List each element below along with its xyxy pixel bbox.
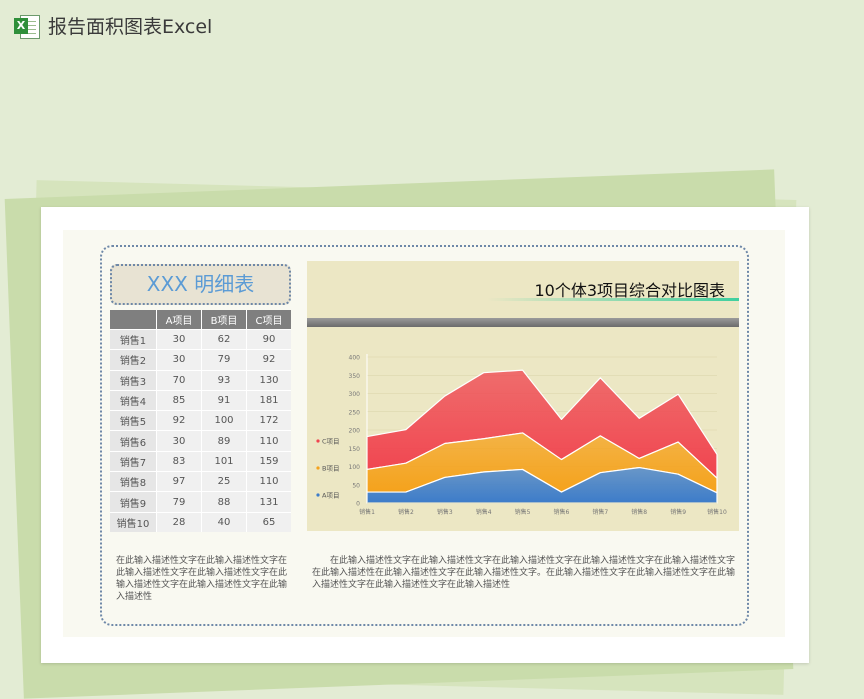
excel-icon: X [14, 13, 40, 39]
table-header-cell: B项目 [201, 310, 247, 330]
table-row: 销售4 85 91 181 [110, 389, 291, 411]
value-cell: 97 [156, 471, 202, 492]
value-cell: 88 [201, 491, 247, 513]
report-frame: XXX 明细表 A项目 B项目 C项目 销售1 30 62 90 销售2 30 79 92 销售… [100, 245, 749, 626]
value-cell: 62 [201, 328, 247, 350]
legend-label: A项目 [322, 492, 339, 500]
page-title: 报告面积图表Excel [48, 16, 213, 38]
legend-marker [316, 439, 320, 443]
y-tick-label: 50 [352, 482, 360, 489]
row-label-cell: 销售8 [110, 471, 157, 492]
x-tick-label: 销售9 [670, 508, 686, 516]
value-cell: 90 [246, 328, 291, 350]
description-right: 在此输入描述性文字在此输入描述性文字在此输入描述性文字在此输入描述性文字在此输入… [312, 556, 736, 590]
area-chart: 0 50 100 150 200 250 300 350 400 销售1 销售2 销售3 销售4 销售5 销… [316, 354, 727, 516]
table-row: 销售7 83 101 159 [110, 450, 291, 472]
value-cell: 30 [156, 430, 202, 452]
value-cell: 93 [201, 369, 247, 391]
detail-table: A项目 B项目 C项目 销售1 30 62 90 销售2 30 79 92 销售3 70 93 130… [110, 310, 291, 532]
table-row: 销售2 30 79 92 [110, 349, 291, 371]
value-cell: 79 [156, 491, 202, 513]
y-tick-label: 250 [349, 409, 361, 416]
value-cell: 92 [246, 349, 291, 371]
header: X 报告面积图表Excel [14, 12, 212, 39]
value-cell: 28 [156, 511, 202, 532]
chart-panel: 10个体3项目综合对比图表 0 50 100 150 200 250 300 350 400 销售… [307, 261, 739, 531]
table-row: 销售10 28 40 65 [110, 511, 291, 532]
value-cell: 101 [201, 450, 247, 472]
y-tick-label: 200 [349, 428, 361, 435]
table-row: 销售6 30 89 110 [110, 430, 291, 452]
row-label-cell: 销售2 [110, 349, 157, 371]
value-cell: 83 [156, 450, 202, 472]
value-cell: 92 [156, 410, 202, 431]
value-cell: 89 [201, 430, 247, 452]
x-tick-label: 销售8 [631, 508, 647, 516]
table-header-cell: C项目 [246, 310, 291, 330]
legend-label: B项目 [322, 465, 339, 473]
legend-marker [316, 466, 320, 470]
value-cell: 100 [201, 410, 247, 431]
x-tick-label: 销售1 [359, 508, 375, 516]
x-tick-label: 销售4 [476, 508, 492, 516]
row-label-cell: 销售1 [110, 328, 157, 350]
legend-label: C项目 [322, 438, 340, 446]
row-label-cell: 销售4 [110, 389, 157, 411]
y-tick-label: 0 [356, 501, 360, 508]
value-cell: 181 [246, 389, 291, 411]
table-row: 销售8 97 25 110 [110, 471, 291, 492]
table-header-cell: A项目 [156, 310, 202, 330]
y-tick-label: 350 [349, 373, 361, 380]
value-cell: 30 [156, 349, 202, 371]
value-cell: 25 [201, 471, 247, 492]
row-label-cell: 销售7 [110, 450, 157, 472]
value-cell: 65 [246, 511, 291, 532]
table-row: 销售3 70 93 130 [110, 369, 291, 391]
table-title: XXX 明细表 [110, 264, 291, 305]
table-header-row: A项目 B项目 C项目 [110, 310, 291, 330]
value-cell: 30 [156, 328, 202, 350]
table-row: 销售5 92 100 172 [110, 410, 291, 431]
y-tick-label: 100 [349, 464, 361, 471]
x-tick-label: 销售5 [515, 508, 531, 516]
table-row: 销售9 79 88 131 [110, 491, 291, 513]
report-inner-panel: XXX 明细表 A项目 B项目 C项目 销售1 30 62 90 销售2 30 79 92 销售… [63, 230, 785, 637]
row-label-cell: 销售5 [110, 410, 157, 431]
x-tick-label: 销售3 [437, 508, 453, 516]
report-sheet: XXX 明细表 A项目 B项目 C项目 销售1 30 62 90 销售2 30 79 92 销售… [41, 207, 809, 663]
x-tick-label: 销售7 [592, 508, 608, 516]
y-tick-label: 150 [349, 446, 361, 453]
row-label-cell: 销售6 [110, 430, 157, 452]
row-label-cell: 销售10 [110, 511, 157, 532]
x-tick-label: 销售10 [707, 508, 727, 516]
value-cell: 70 [156, 369, 202, 391]
value-cell: 130 [246, 369, 291, 391]
value-cell: 172 [246, 410, 291, 431]
legend-marker [316, 493, 320, 497]
value-cell: 91 [201, 389, 247, 411]
value-cell: 40 [201, 511, 247, 532]
table-row: 销售1 30 62 90 [110, 328, 291, 350]
y-tick-label: 300 [349, 391, 361, 398]
value-cell: 110 [246, 471, 291, 492]
row-label-cell: 销售9 [110, 491, 157, 513]
value-cell: 85 [156, 389, 202, 411]
description-left: 在此输入描述性文字在此输入描述性文字在此输入描述性文字在此输入描述性文字在此输入… [116, 556, 288, 602]
value-cell: 79 [201, 349, 247, 371]
y-tick-label: 400 [349, 355, 361, 362]
x-tick-label: 销售6 [554, 508, 570, 516]
table-header-cell [110, 310, 157, 330]
value-cell: 110 [246, 430, 291, 452]
value-cell: 159 [246, 450, 291, 472]
x-tick-label: 销售2 [398, 508, 414, 516]
value-cell: 131 [246, 491, 291, 513]
row-label-cell: 销售3 [110, 369, 157, 391]
